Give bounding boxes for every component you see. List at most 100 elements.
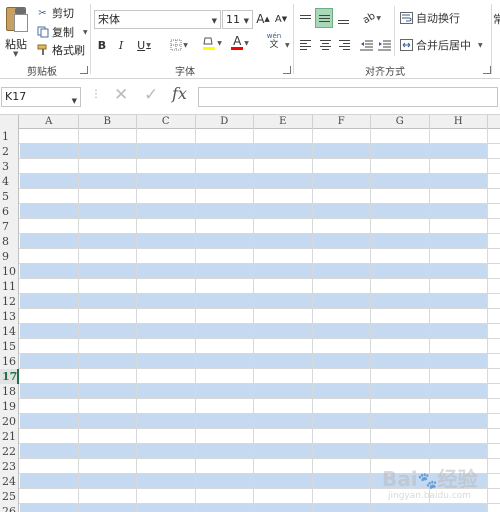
row-header-21[interactable]: 21 — [0, 429, 19, 444]
table-row[interactable]: 4 — [0, 174, 500, 189]
table-row[interactable]: 8 — [0, 234, 500, 249]
formula-input[interactable] — [198, 87, 498, 107]
alignment-launcher-icon[interactable] — [483, 66, 491, 74]
copy-button[interactable]: 复制 ▼ — [36, 24, 88, 40]
italic-button[interactable]: I — [115, 36, 127, 54]
cancel-icon[interactable]: ✕ — [114, 85, 128, 105]
font-name-select[interactable]: 宋体 ▼ — [94, 10, 221, 29]
font-color-button[interactable]: A ▼ — [229, 34, 251, 52]
merge-center-button[interactable]: 合并后居中 ▼ — [400, 36, 488, 54]
column-header-e[interactable]: E — [254, 115, 313, 129]
font-launcher-icon[interactable] — [283, 66, 291, 74]
table-row[interactable]: 11 — [0, 279, 500, 294]
decrease-indent-button[interactable] — [358, 36, 374, 54]
row-header-23[interactable]: 23 — [0, 459, 19, 474]
table-row[interactable]: 7 — [0, 219, 500, 234]
copy-dropdown-icon[interactable]: ▼ — [83, 29, 88, 36]
column-header-h[interactable]: H — [430, 115, 488, 129]
row-header-9[interactable]: 9 — [0, 249, 19, 264]
font-size-select[interactable]: 11 ▼ — [222, 10, 253, 29]
row-header-24[interactable]: 24 — [0, 474, 19, 489]
fill-color-button[interactable]: ▼ — [200, 34, 224, 52]
table-row[interactable]: 1 — [0, 129, 500, 144]
paste-button[interactable]: 粘贴 ▼ — [3, 4, 31, 58]
table-row[interactable]: 10 — [0, 264, 500, 279]
column-header-g[interactable]: G — [371, 115, 430, 129]
grow-font-button[interactable]: A ▲ — [256, 10, 270, 28]
table-row[interactable]: 6 — [0, 204, 500, 219]
format-painter-button[interactable]: 格式刷 — [36, 42, 85, 58]
table-row[interactable]: 18 — [0, 384, 500, 399]
table-row[interactable]: 5 — [0, 189, 500, 204]
brush-icon — [36, 44, 49, 57]
insert-function-icon[interactable]: fx — [172, 84, 187, 103]
row-header-14[interactable]: 14 — [0, 324, 19, 339]
row-header-3[interactable]: 3 — [0, 159, 19, 174]
column-header-c[interactable]: C — [137, 115, 196, 129]
row-header-15[interactable]: 15 — [0, 339, 19, 354]
enter-icon[interactable]: ✓ — [144, 85, 158, 105]
row-header-7[interactable]: 7 — [0, 219, 19, 234]
phonetic-button[interactable]: wén 文 — [262, 32, 286, 50]
row-header-16[interactable]: 16 — [0, 354, 19, 369]
table-row[interactable]: 21 — [0, 429, 500, 444]
row-header-13[interactable]: 13 — [0, 309, 19, 324]
chevron-down-icon[interactable]: ▼ — [72, 92, 77, 110]
clipboard-launcher-icon[interactable] — [80, 66, 88, 74]
drag-handle-icon[interactable]: ⋮ — [91, 89, 101, 100]
table-row[interactable]: 12 — [0, 294, 500, 309]
column-header-a[interactable]: A — [20, 115, 79, 129]
orientation-button[interactable]: ab ▼ — [360, 9, 384, 27]
table-row[interactable]: 3 — [0, 159, 500, 174]
row-header-22[interactable]: 22 — [0, 444, 19, 459]
row-header-5[interactable]: 5 — [0, 189, 19, 204]
cut-button[interactable]: ✂ 剪切 — [36, 5, 74, 21]
cell-gridline — [428, 249, 430, 264]
row-header-11[interactable]: 11 — [0, 279, 19, 294]
row-header-17[interactable]: 17 — [0, 369, 19, 384]
row-header-2[interactable]: 2 — [0, 144, 19, 159]
select-all-corner[interactable] — [0, 115, 19, 129]
name-box[interactable]: K17 ▼ — [1, 87, 81, 107]
row-header-8[interactable]: 8 — [0, 234, 19, 249]
bottom-align-button[interactable] — [335, 9, 351, 27]
wrap-text-button[interactable]: 自动换行 — [400, 9, 464, 27]
phonetic-dropdown-icon[interactable]: ▼ — [285, 42, 290, 49]
underline-button[interactable]: U ▼ — [133, 36, 155, 54]
increase-indent-button[interactable] — [376, 36, 392, 54]
table-row[interactable]: 2 — [0, 144, 500, 159]
number-format-select[interactable]: 常 — [493, 10, 500, 28]
row-header-26[interactable]: 26 — [0, 504, 19, 512]
row-header-19[interactable]: 19 — [0, 399, 19, 414]
row-header-12[interactable]: 12 — [0, 294, 19, 309]
align-center-button[interactable] — [317, 36, 333, 54]
borders-button[interactable]: ▼ — [166, 36, 192, 54]
row-header-18[interactable]: 18 — [0, 384, 19, 399]
align-right-button[interactable] — [336, 36, 352, 54]
column-header-d[interactable]: D — [196, 115, 254, 129]
align-left-button[interactable] — [297, 36, 313, 54]
table-row[interactable]: 14 — [0, 324, 500, 339]
top-align-button[interactable] — [297, 9, 313, 27]
row-header-20[interactable]: 20 — [0, 414, 19, 429]
middle-align-button[interactable] — [315, 8, 333, 28]
paste-dropdown-icon[interactable]: ▼ — [13, 50, 18, 58]
row-header-25[interactable]: 25 — [0, 489, 19, 504]
row-header-4[interactable]: 4 — [0, 174, 19, 189]
spreadsheet-grid[interactable]: ABCDEFGH 1 2 3 4 5 6 7 8 9 10 11 12 13 14 15 16 17 18 19 20… — [0, 115, 500, 512]
merge-dropdown-icon[interactable]: ▼ — [478, 42, 483, 49]
shrink-font-button[interactable]: A ▼ — [274, 10, 288, 28]
row-header-10[interactable]: 10 — [0, 264, 19, 279]
column-header-b[interactable]: B — [79, 115, 137, 129]
table-row[interactable]: 15 — [0, 339, 500, 354]
row-header-6[interactable]: 6 — [0, 204, 19, 219]
bold-button[interactable]: B — [96, 36, 108, 54]
table-row[interactable]: 9 — [0, 249, 500, 264]
table-row[interactable]: 17 — [0, 369, 500, 384]
table-row[interactable]: 16 — [0, 354, 500, 369]
row-header-1[interactable]: 1 — [0, 129, 19, 144]
table-row[interactable]: 20 — [0, 414, 500, 429]
table-row[interactable]: 19 — [0, 399, 500, 414]
table-row[interactable]: 13 — [0, 309, 500, 324]
column-header-f[interactable]: F — [313, 115, 371, 129]
